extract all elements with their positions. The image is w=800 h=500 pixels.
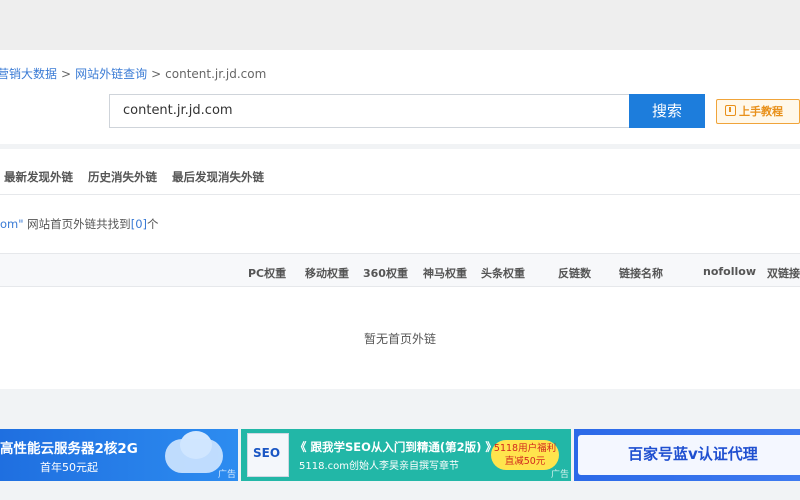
col-link-name: 链接名称 bbox=[619, 267, 663, 280]
ad-title: 高性能云服务器2核2G bbox=[0, 441, 138, 457]
ad-title: 百家号蓝v认证代理 bbox=[628, 445, 758, 463]
col-backlink-count[interactable]: 反链数 bbox=[558, 265, 591, 281]
col-double-link: 双链接 bbox=[767, 267, 800, 280]
breadcrumb-separator: > bbox=[61, 67, 72, 81]
result-summary: om" 网站首页外链共找到[0]个 bbox=[0, 216, 159, 232]
top-band bbox=[0, 0, 800, 50]
search-input[interactable]: content.jr.jd.com bbox=[109, 94, 629, 128]
col-pc-weight[interactable]: PC权重 bbox=[248, 265, 286, 281]
ad-tag: 广告 bbox=[550, 470, 569, 480]
search-panel: 营销大数据 > 网站外链查询 > content.jr.jd.com content.j… bbox=[0, 50, 800, 144]
tab-latest-backlinks[interactable]: 最新发现外链 bbox=[4, 169, 73, 185]
ad-promo-pill: 5118用户福利 直减50元 bbox=[491, 440, 559, 470]
breadcrumb-separator: > bbox=[151, 67, 162, 81]
summary-text: 网站首页外链共找到 bbox=[23, 217, 131, 231]
tab-last-lost[interactable]: 最后发现消失外链 bbox=[172, 169, 264, 185]
table-header: PC权重 移动权重 360权重 神马权重 头条权重 反链数 链接名称 nofol… bbox=[0, 253, 800, 287]
col-toutiao-weight[interactable]: 头条权重 bbox=[481, 265, 525, 281]
col-nofollow: nofollow bbox=[703, 265, 756, 278]
tab-bar: 最新发现外链 历史消失外链 最后发现消失外链 bbox=[0, 149, 800, 195]
summary-domain: om" bbox=[0, 217, 24, 231]
cloud-icon bbox=[165, 439, 223, 473]
search-button[interactable]: 搜索 bbox=[629, 94, 705, 128]
tutorial-icon bbox=[725, 105, 736, 116]
results-panel: 最新发现外链 历史消失外链 最后发现消失外链 om" 网站首页外链共找到[0]个… bbox=[0, 149, 800, 389]
col-shenma-weight[interactable]: 神马权重 bbox=[423, 265, 467, 281]
summary-suffix: 个 bbox=[147, 217, 159, 231]
ad-banner-cloud-server[interactable]: 高性能云服务器2核2G 首年50元起 广告 bbox=[0, 429, 238, 481]
ad-subtitle: 首年50元起 bbox=[40, 461, 98, 474]
ad-banner-baijiahao[interactable]: 百家号蓝v认证代理 bbox=[574, 429, 800, 481]
ad-subtitle: 5118.com创始人李昊亲自撰写章节 bbox=[299, 461, 459, 472]
col-mobile-weight[interactable]: 移动权重 bbox=[305, 265, 349, 281]
empty-state: 暂无首页外链 bbox=[363, 332, 436, 346]
tab-historical-lost[interactable]: 历史消失外链 bbox=[88, 169, 157, 185]
ad-tag: 广告 bbox=[217, 470, 236, 480]
breadcrumb-item-backlink-query[interactable]: 网站外链查询 bbox=[75, 67, 147, 81]
tutorial-button[interactable]: 上手教程 bbox=[716, 99, 800, 124]
breadcrumb-item-marketing-data[interactable]: 营销大数据 bbox=[0, 67, 57, 81]
book-label: SEO bbox=[253, 446, 281, 460]
col-360-weight[interactable]: 360权重 bbox=[363, 265, 408, 281]
ad-banner-seo-book[interactable]: SEO 《 跟我学SEO从入门到精通(第2版) 》 5118.com创始人李昊亲… bbox=[241, 429, 571, 481]
tutorial-label: 上手教程 bbox=[739, 105, 783, 118]
breadcrumb: 营销大数据 > 网站外链查询 > content.jr.jd.com bbox=[0, 65, 266, 82]
breadcrumb-current: content.jr.jd.com bbox=[165, 67, 267, 81]
ad-banners: 高性能云服务器2核2G 首年50元起 广告 SEO 《 跟我学SEO从入门到精通… bbox=[0, 429, 800, 481]
ad-title: 《 跟我学SEO从入门到精通(第2版) 》 bbox=[295, 440, 497, 454]
book-cover-icon: SEO bbox=[247, 433, 289, 477]
summary-count: 0 bbox=[135, 217, 143, 231]
